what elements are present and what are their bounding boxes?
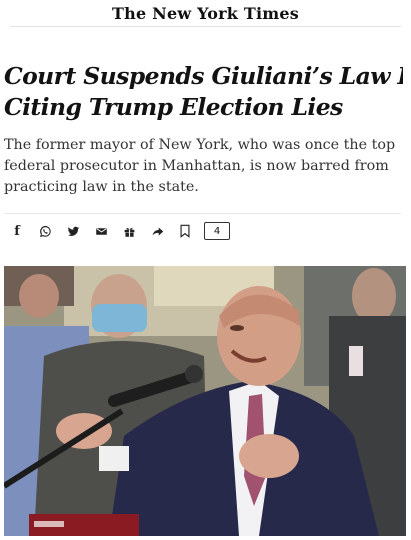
article-headline: Court Suspends Giuliani’s Law License, C… xyxy=(4,61,403,123)
masthead-divider xyxy=(10,26,401,27)
comments-button[interactable]: 4 xyxy=(204,222,230,240)
bookmark-icon xyxy=(180,224,190,238)
whatsapp-icon xyxy=(39,225,51,237)
headline-line-1: Court Suspends Giuliani’s Law License, xyxy=(4,62,403,90)
article-lead-photo[interactable] xyxy=(4,266,406,536)
share-toolbar: f 4 xyxy=(0,214,411,248)
gift-article-button[interactable] xyxy=(118,220,140,242)
masthead-logo[interactable]: The New York Times xyxy=(0,0,411,26)
comment-count: 4 xyxy=(213,225,221,237)
headline-line-2: Citing Trump Election Lies xyxy=(4,93,343,121)
twitter-share-button[interactable] xyxy=(62,220,84,242)
email-share-button[interactable] xyxy=(90,220,112,242)
whatsapp-share-button[interactable] xyxy=(34,220,56,242)
comment-count-badge: 4 xyxy=(204,222,230,240)
twitter-icon xyxy=(67,226,79,236)
more-share-button[interactable] xyxy=(146,220,168,242)
facebook-share-button[interactable]: f xyxy=(6,220,28,242)
email-icon xyxy=(95,227,107,235)
photo-giuliani-podium xyxy=(4,266,406,536)
gift-icon xyxy=(124,227,134,237)
share-icon xyxy=(152,226,163,236)
site-title: The New York Times xyxy=(112,3,299,23)
save-article-button[interactable] xyxy=(174,220,196,242)
facebook-icon: f xyxy=(14,223,20,239)
article-summary: The former mayor of New York, who was on… xyxy=(4,137,396,195)
